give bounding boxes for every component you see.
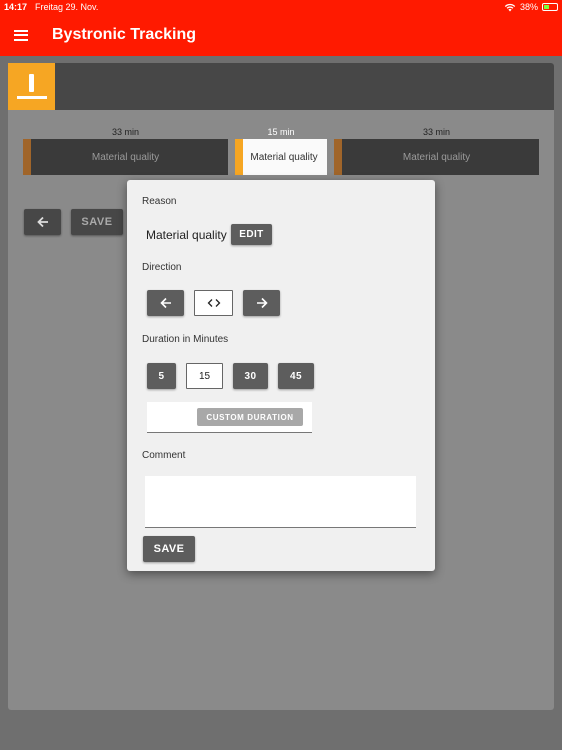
battery-percent: 38% xyxy=(519,2,538,12)
duration-label: Duration in Minutes xyxy=(142,334,229,345)
direction-left-button[interactable] xyxy=(147,290,184,316)
back-button[interactable] xyxy=(24,209,61,235)
status-bar: 14:17 Freitag 29. Nov. 38% xyxy=(0,0,562,14)
app-bar: Bystronic Tracking xyxy=(0,14,562,56)
duration-5-button[interactable]: 5 xyxy=(147,363,176,389)
app-title: Bystronic Tracking xyxy=(52,26,197,43)
arrow-left-icon xyxy=(36,216,49,228)
arrow-right-icon xyxy=(256,297,268,309)
comment-label: Comment xyxy=(142,450,186,461)
segment-reason: Material quality xyxy=(250,151,318,163)
custom-duration-field[interactable]: CUSTOM DURATION xyxy=(147,402,312,433)
code-chevrons-icon xyxy=(207,298,221,308)
duration-45-button[interactable]: 45 xyxy=(278,363,314,389)
wifi-icon xyxy=(504,3,516,12)
status-time: 14:17 xyxy=(4,2,28,12)
timeline-segment[interactable]: Material quality xyxy=(23,139,228,175)
arrow-left-icon xyxy=(159,297,172,309)
dialog-save-button[interactable]: SAVE xyxy=(143,536,195,562)
custom-duration-button[interactable]: CUSTOM DURATION xyxy=(197,408,303,426)
segment-duration: 33 min xyxy=(422,127,450,137)
direction-right-button[interactable] xyxy=(243,290,280,316)
machine-alert-icon xyxy=(8,63,55,110)
direction-label: Direction xyxy=(142,262,182,273)
card-header xyxy=(8,63,554,110)
reason-label: Reason xyxy=(142,196,177,207)
status-date: Freitag 29. Nov. xyxy=(35,2,99,12)
timeline-segment[interactable]: Material quality xyxy=(334,139,539,175)
reason-dialog: Reason Material quality EDIT Direction D… xyxy=(127,180,435,571)
segment-duration: 33 min xyxy=(111,127,139,137)
segment-reason: Material quality xyxy=(402,151,471,163)
direction-both-button[interactable] xyxy=(194,290,233,316)
duration-30-button[interactable]: 30 xyxy=(233,363,268,389)
menu-icon[interactable] xyxy=(14,29,28,41)
edit-button[interactable]: EDIT xyxy=(231,224,272,245)
save-button[interactable]: SAVE xyxy=(71,209,123,235)
segment-duration: 15 min xyxy=(267,127,295,137)
duration-15-button[interactable]: 15 xyxy=(186,363,223,389)
comment-input[interactable] xyxy=(145,476,416,528)
segment-reason: Material quality xyxy=(91,151,160,163)
timeline-segment-selected[interactable]: Material quality xyxy=(235,139,327,175)
battery-icon xyxy=(542,3,558,11)
reason-value: Material quality xyxy=(146,228,227,242)
